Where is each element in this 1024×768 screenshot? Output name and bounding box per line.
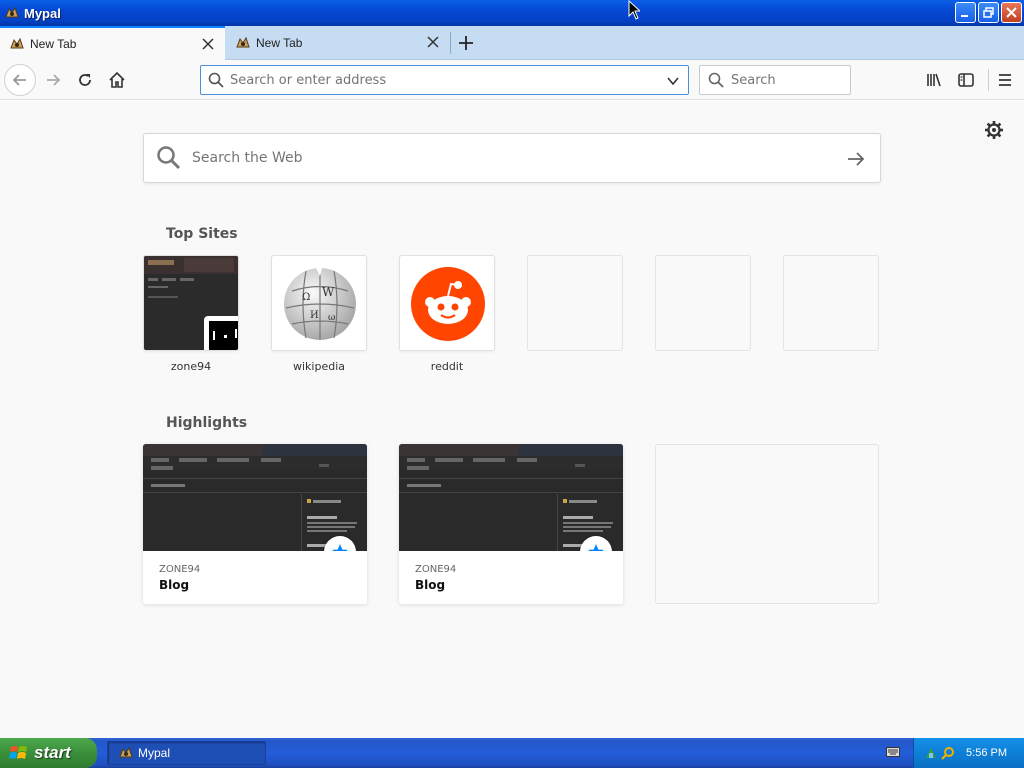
start-button[interactable]: start — [0, 738, 97, 768]
new-tab-page: Top Sites zone94 — [0, 101, 1024, 738]
new-tab-button[interactable] — [454, 32, 478, 54]
taskbar-item-label: Mypal — [138, 746, 171, 760]
forward-button[interactable] — [37, 64, 69, 96]
top-site-zone94[interactable]: zone94 — [143, 255, 239, 373]
back-arrow-icon — [12, 74, 26, 86]
highlight-thumbnail — [143, 444, 367, 551]
svg-text:W: W — [322, 285, 335, 299]
top-sites-heading: Top Sites — [166, 226, 238, 242]
top-site-thumbnail[interactable]: Ω W И ω — [271, 255, 367, 351]
plus-icon — [459, 36, 473, 50]
top-site-empty-slot — [527, 255, 623, 351]
mouse-cursor-icon — [628, 0, 640, 20]
highlight-card[interactable]: ZONE94 Blog — [143, 444, 367, 604]
home-button[interactable] — [101, 64, 133, 96]
system-tray: 5:56 PM — [913, 738, 1024, 768]
reddit-logo-icon — [411, 267, 485, 341]
gear-icon[interactable] — [984, 120, 1004, 140]
highlights-heading: Highlights — [166, 415, 248, 431]
empty-tile — [527, 255, 623, 351]
menu-button[interactable] — [989, 64, 1021, 96]
svg-text:Ω: Ω — [302, 292, 310, 303]
windows-logo-icon — [9, 746, 27, 759]
top-site-thumbnail[interactable] — [399, 255, 495, 351]
top-site-empty-slot — [783, 255, 879, 351]
star-icon — [332, 544, 348, 551]
top-site-wikipedia[interactable]: Ω W И ω wikipedia — [271, 255, 367, 373]
search-icon — [208, 72, 224, 88]
svg-text:ω: ω — [328, 313, 335, 323]
close-window-button[interactable] — [1001, 2, 1022, 23]
address-input[interactable] — [230, 72, 650, 88]
library-button[interactable] — [918, 64, 950, 96]
search-tray-icon[interactable] — [941, 746, 955, 760]
highlight-title: Blog — [159, 578, 190, 592]
windows-taskbar: start Mypal 5:56 PM — [0, 738, 1024, 768]
highlight-card[interactable]: ZONE94 Blog — [399, 444, 623, 604]
minimize-icon — [961, 15, 968, 17]
tab-strip: New Tab New Tab — [0, 26, 1024, 60]
top-site-thumbnail[interactable] — [143, 255, 239, 351]
tab-label: New Tab — [256, 36, 303, 50]
tab-separator — [450, 32, 451, 54]
empty-tile — [655, 255, 751, 351]
network-icon[interactable] — [924, 746, 938, 760]
wikipedia-logo-icon: Ω W И ω — [284, 268, 356, 340]
start-label: start — [34, 743, 71, 762]
minimize-button[interactable] — [955, 2, 976, 23]
top-site-label: reddit — [430, 360, 464, 373]
search-icon — [708, 72, 724, 88]
mypal-icon — [5, 6, 19, 18]
forward-arrow-icon — [47, 74, 61, 86]
empty-tile — [783, 255, 879, 351]
back-button[interactable] — [4, 64, 36, 96]
sidebar-toggle-button[interactable] — [950, 64, 982, 96]
search-bar[interactable] — [699, 65, 851, 95]
restore-button[interactable] — [978, 2, 999, 23]
chevron-down-icon[interactable] — [666, 74, 680, 88]
svg-text:И: И — [310, 310, 319, 321]
clock: 5:56 PM — [966, 747, 1007, 759]
close-tab-icon[interactable] — [426, 35, 440, 49]
mypal-tab-icon — [236, 36, 250, 48]
hamburger-menu-icon — [999, 74, 1011, 86]
tab-label: New Tab — [30, 37, 77, 51]
window-title: Mypal — [24, 5, 61, 21]
navigation-toolbar — [0, 60, 1024, 100]
search-input[interactable] — [731, 72, 841, 88]
favicon-badge — [204, 316, 238, 350]
top-site-empty-slot — [655, 255, 751, 351]
highlight-empty-slot — [655, 444, 879, 604]
mypal-tab-icon — [10, 37, 24, 49]
sidebar-icon — [958, 73, 974, 87]
library-icon — [927, 73, 941, 87]
arrow-right-icon[interactable] — [846, 149, 866, 169]
highlight-site: ZONE94 — [159, 564, 201, 575]
keyboard-icon[interactable] — [886, 746, 900, 758]
restore-icon — [983, 7, 994, 18]
close-tab-icon[interactable] — [201, 37, 215, 51]
home-icon — [109, 71, 125, 88]
search-icon — [157, 146, 181, 170]
star-icon — [588, 544, 604, 551]
tab-new-tab-2[interactable]: New Tab — [226, 26, 450, 60]
web-search-box[interactable] — [143, 133, 881, 183]
tab-new-tab-1[interactable]: New Tab — [0, 26, 225, 60]
web-search-input[interactable] — [192, 150, 832, 166]
reload-button[interactable] — [69, 64, 101, 96]
highlight-thumbnail — [399, 444, 623, 551]
address-bar[interactable] — [200, 65, 689, 95]
highlight-site: ZONE94 — [415, 564, 457, 575]
close-icon — [1006, 7, 1017, 18]
reload-icon — [79, 74, 91, 86]
site-screenshot — [143, 444, 367, 551]
window-titlebar: Mypal — [0, 0, 1024, 26]
taskbar-item-mypal[interactable]: Mypal — [107, 741, 266, 765]
mypal-icon — [119, 746, 133, 758]
top-site-label: wikipedia — [292, 360, 345, 373]
site-screenshot — [399, 444, 623, 551]
top-site-reddit[interactable]: reddit — [399, 255, 495, 373]
highlight-title: Blog — [415, 578, 446, 592]
top-site-label: zone94 — [170, 360, 212, 373]
